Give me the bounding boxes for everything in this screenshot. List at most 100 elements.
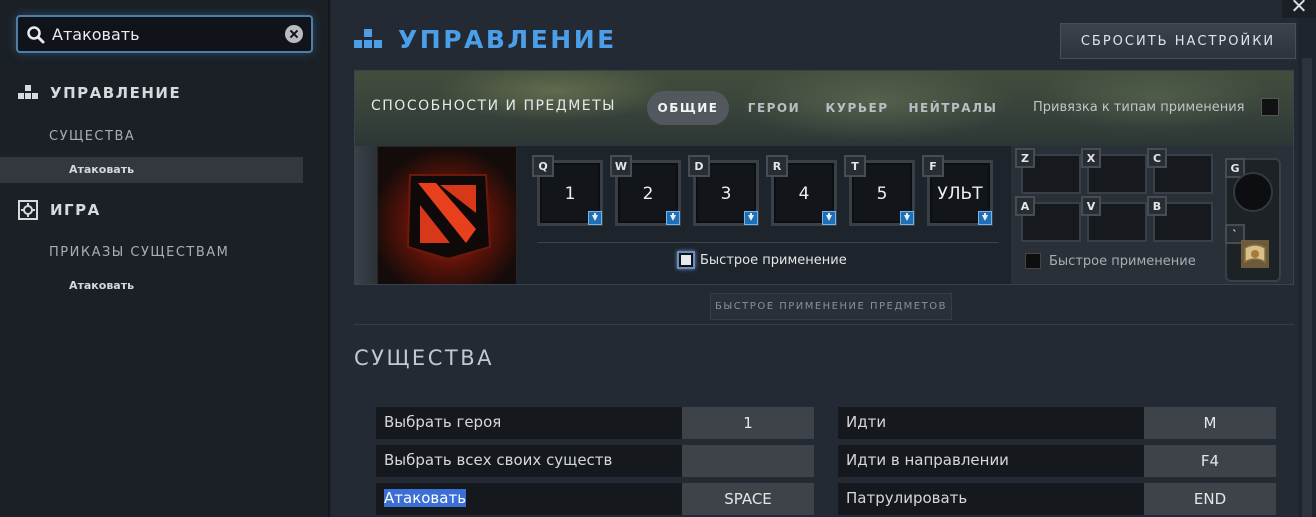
key-letter: C	[1147, 148, 1167, 168]
ability-key-5[interactable]: T 5	[844, 155, 915, 226]
download-icon[interactable]	[588, 211, 602, 225]
teleport-scroll-icon[interactable]	[1239, 238, 1271, 270]
key-label: 3	[720, 184, 732, 204]
key-letter: Z	[1015, 148, 1035, 168]
binding-name: Идти	[838, 407, 1144, 439]
scrollbar-thumb[interactable]	[1302, 58, 1312, 517]
key-label: 5	[876, 184, 888, 204]
key-letter: X	[1081, 148, 1101, 168]
key-letter: V	[1081, 196, 1101, 216]
key-letter: A	[1015, 196, 1035, 216]
item-slot-b[interactable]: B	[1147, 196, 1213, 242]
item-slot-a[interactable]: A	[1015, 196, 1081, 242]
binding-row[interactable]: Патрулировать END	[838, 483, 1276, 515]
download-icon[interactable]	[666, 211, 680, 225]
bind-types-label: Привязка к типам применения	[1033, 100, 1245, 115]
download-icon[interactable]	[744, 211, 758, 225]
binding-key-button[interactable]: M	[1144, 407, 1276, 439]
game-icon	[18, 200, 38, 220]
main-panel: УПРАВЛЕНИЕ СБРОСИТЬ НАСТРОЙКИ СПОСОБНОСТ…	[332, 0, 1316, 517]
clear-search-icon[interactable]	[285, 25, 303, 43]
close-icon[interactable]	[1282, 0, 1316, 18]
sidebar-item-units[interactable]: СУЩЕСТВА	[49, 129, 135, 144]
key-label: УЛЬТ	[937, 184, 983, 204]
sidebar-section-game[interactable]: ИГРА	[18, 200, 101, 220]
divider	[537, 242, 999, 243]
controls-icon	[18, 85, 38, 99]
panel-edge	[355, 146, 377, 284]
highlighted-text: Атаковать	[384, 489, 467, 507]
scrollbar[interactable]	[1298, 0, 1316, 517]
download-icon[interactable]	[900, 211, 914, 225]
sidebar: УПРАВЛЕНИЕ СУЩЕСТВА Атаковать ИГРА ПРИКА…	[0, 0, 330, 517]
key-label: 4	[798, 184, 810, 204]
binding-name: Выбрать всех своих существ	[376, 445, 682, 477]
abilities-title: СПОСОБНОСТИ И ПРЕДМЕТЫ	[371, 98, 617, 114]
ability-key-1[interactable]: Q 1	[532, 155, 603, 226]
download-icon[interactable]	[978, 211, 992, 225]
binding-name: Выбрать героя	[376, 407, 682, 439]
reset-settings-button[interactable]: СБРОСИТЬ НАСТРОЙКИ	[1060, 23, 1296, 59]
key-letter: F	[922, 155, 944, 177]
neutral-item-slot[interactable]: G `	[1225, 158, 1281, 282]
item-slot-x[interactable]: X	[1081, 148, 1147, 194]
divider	[354, 324, 1294, 325]
item-slot-v[interactable]: V	[1081, 196, 1147, 242]
sidebar-item-unit-orders[interactable]: ПРИКАЗЫ СУЩЕСТВАМ	[49, 245, 229, 260]
sidebar-item-attack-game[interactable]: Атаковать	[0, 273, 303, 299]
item-quick-cast-checkbox[interactable]	[1025, 253, 1041, 269]
binding-row[interactable]: Выбрать героя 1	[376, 407, 814, 439]
key-letter: D	[688, 155, 710, 177]
item-slot-c[interactable]: C	[1147, 148, 1213, 194]
tab-general[interactable]: ОБЩИЕ	[647, 91, 729, 125]
item-quick-cast-label: Быстрое применение	[1049, 254, 1196, 269]
section-title: СУЩЕСТВА	[354, 346, 494, 370]
key-letter: W	[610, 155, 632, 177]
key-letter: B	[1147, 196, 1167, 216]
ability-key-3[interactable]: D 3	[688, 155, 759, 226]
sidebar-item-attack[interactable]: Атаковать	[0, 157, 303, 183]
page-title-text: УПРАВЛЕНИЕ	[398, 25, 617, 54]
item-slot-z[interactable]: Z	[1015, 148, 1081, 194]
binding-key-button[interactable]: END	[1144, 483, 1276, 515]
sidebar-section-controls[interactable]: УПРАВЛЕНИЕ	[18, 84, 181, 102]
item-keys: Z X C A V B Быстрое применение G `	[1011, 146, 1293, 284]
key-letter: Q	[532, 155, 554, 177]
ability-key-4[interactable]: R 4	[766, 155, 837, 226]
item-quick-cast-button[interactable]: БЫСТРОЕ ПРИМЕНЕНИЕ ПРЕДМЕТОВ	[710, 293, 952, 320]
binding-row[interactable]: Идти в направлении F4	[838, 445, 1276, 477]
quick-cast-checkbox[interactable]	[677, 251, 695, 269]
neutral-slot-circle	[1233, 172, 1273, 212]
binding-row[interactable]: Идти M	[838, 407, 1276, 439]
binding-name: Идти в направлении	[838, 445, 1144, 477]
search-input[interactable]	[52, 22, 277, 46]
key-letter: R	[766, 155, 788, 177]
tab-neutrals[interactable]: НЕЙТРАЛЫ	[907, 91, 999, 125]
binding-key-button[interactable]: 1	[682, 407, 814, 439]
binding-name: Патрулировать	[838, 483, 1144, 515]
sidebar-section-label: УПРАВЛЕНИЕ	[50, 84, 182, 102]
dota-logo	[377, 146, 517, 284]
search-box[interactable]	[16, 15, 313, 53]
binding-row[interactable]: Атаковать SPACE	[376, 483, 814, 515]
page-title: УПРАВЛЕНИЕ	[354, 25, 617, 54]
sidebar-section-label: ИГРА	[50, 201, 101, 219]
download-icon[interactable]	[822, 211, 836, 225]
key-label: 2	[642, 184, 654, 204]
binding-key-button[interactable]: SPACE	[682, 483, 814, 515]
quick-cast-label: Быстрое применение	[700, 253, 847, 268]
ability-keys: Q 1 W 2 D 3 R 4 T 5 F УЛЬТ Быстрое приме…	[517, 146, 1011, 284]
bind-types-checkbox[interactable]	[1261, 98, 1279, 116]
tab-heroes[interactable]: ГЕРОИ	[739, 91, 809, 125]
tab-courier[interactable]: КУРЬЕР	[819, 91, 895, 125]
binding-name: Атаковать	[376, 483, 682, 515]
dota-logo-icon	[378, 147, 516, 284]
key-letter: T	[844, 155, 866, 177]
binding-row[interactable]: Выбрать всех своих существ	[376, 445, 814, 477]
controls-icon	[354, 28, 382, 48]
key-label: 1	[564, 184, 576, 204]
ability-key-2[interactable]: W 2	[610, 155, 681, 226]
binding-key-button[interactable]	[682, 445, 814, 477]
binding-key-button[interactable]: F4	[1144, 445, 1276, 477]
ability-key-ult[interactable]: F УЛЬТ	[922, 155, 993, 226]
